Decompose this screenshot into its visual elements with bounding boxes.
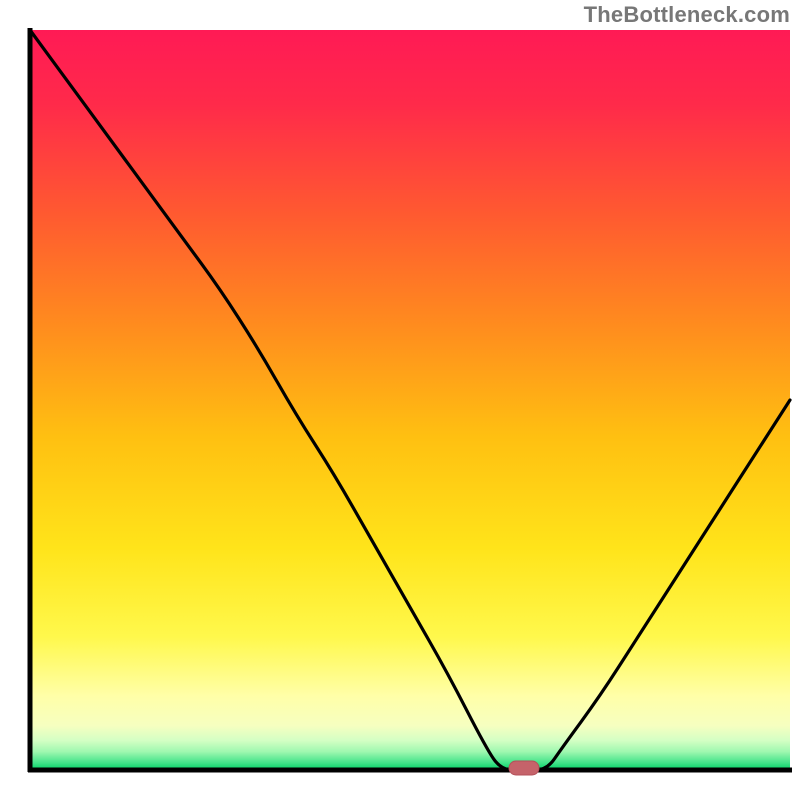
chart-stage: TheBottleneck.com bbox=[0, 0, 800, 800]
optimum-marker bbox=[509, 761, 539, 775]
chart-svg bbox=[0, 0, 800, 800]
watermark-text: TheBottleneck.com bbox=[584, 2, 790, 28]
plot-background bbox=[30, 30, 790, 770]
